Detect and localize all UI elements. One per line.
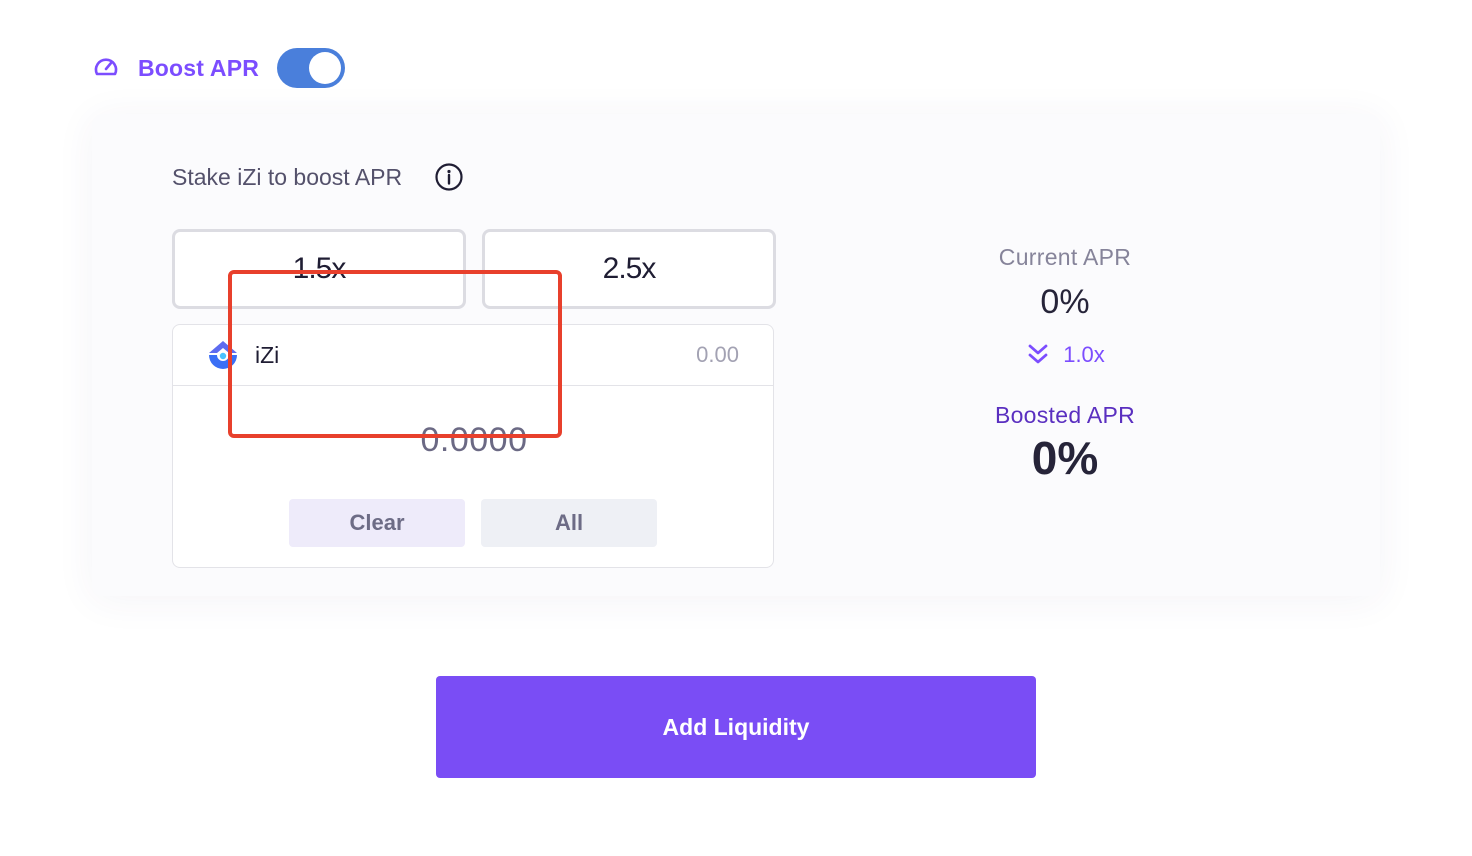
boosted-apr-value: 0% [1031, 432, 1099, 484]
all-button[interactable]: All [481, 499, 657, 547]
double-chevron-down-icon [1025, 342, 1051, 368]
current-apr-label: Current APR [998, 244, 1132, 270]
add-liquidity-button[interactable]: Add Liquidity [436, 676, 1036, 778]
boost-apr-title: Boost APR [138, 54, 260, 81]
boost-apr-header: Boost APR [92, 48, 346, 88]
highlight-box [228, 270, 562, 438]
current-apr-value: 0% [1040, 283, 1090, 321]
apr-multiplier-value: 1.0x [1063, 342, 1105, 367]
toggle-knob [309, 52, 342, 84]
boost-apr-toggle[interactable] [277, 48, 346, 88]
boosted-apr-label: Boosted APR [994, 402, 1136, 428]
apr-multiplier: 1.0x [940, 342, 1190, 368]
clear-button[interactable]: Clear [289, 499, 465, 547]
stake-label: Stake iZi to boost APR [172, 162, 464, 192]
apr-summary: Current APR 0% 1.0x Boosted APR 0% [940, 244, 1190, 485]
speedometer-icon [92, 54, 120, 82]
stake-label-text: Stake iZi to boost APR [172, 163, 403, 190]
info-icon[interactable] [434, 162, 464, 192]
token-balance: 0.00 [696, 342, 739, 367]
